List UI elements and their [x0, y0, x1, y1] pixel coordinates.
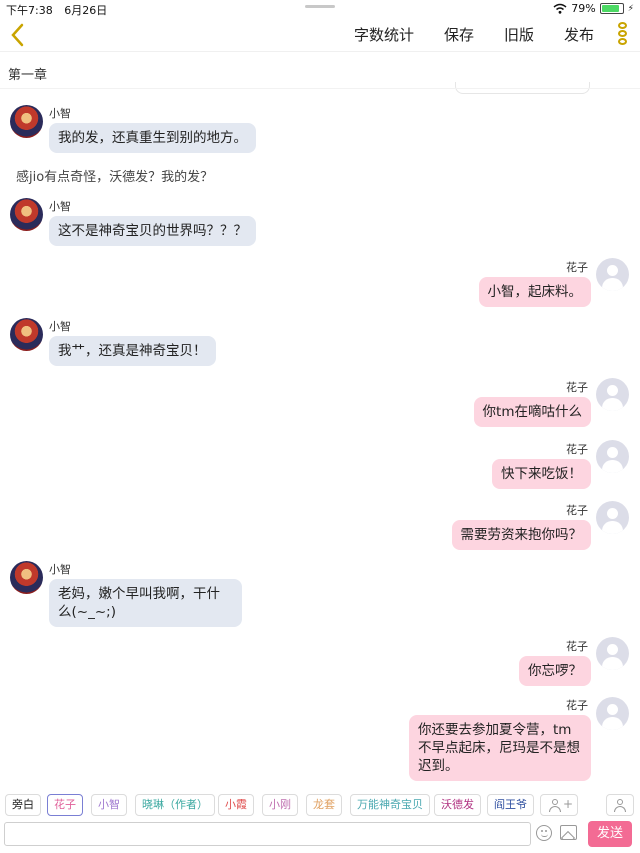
chip-yanwangye[interactable]: 阎王爷: [487, 794, 534, 816]
narration-text[interactable]: 感jio有点奇怪，沃德发？我的发？: [16, 166, 213, 185]
message-bubble[interactable]: 老妈，嫩个早叫我啊，干什么(~_~;): [49, 579, 242, 627]
message-bubble[interactable]: 需要劳资来抱你吗？: [451, 520, 591, 550]
speaker-name: 花子: [566, 504, 588, 517]
message-bubble[interactable]: 我艹，还真是神奇宝贝！: [49, 336, 216, 366]
message-bubble[interactable]: 你tm在嘀咕什么: [473, 397, 591, 427]
message-bubble[interactable]: 我的发，还真重生到别的地方。: [49, 123, 256, 153]
publish-button[interactable]: 发布: [564, 24, 594, 45]
message-input[interactable]: [4, 822, 531, 846]
user-switch-button[interactable]: [606, 794, 634, 816]
chapter-title[interactable]: 第一章: [8, 64, 47, 83]
speaker-name: 花子: [566, 261, 588, 274]
speaker-name: 花子: [566, 381, 588, 394]
avatar-xiaozhi[interactable]: [10, 318, 43, 351]
speaker-name: 小智: [49, 107, 71, 120]
avatar-huazi[interactable]: [596, 637, 629, 670]
send-button[interactable]: 发送: [588, 821, 632, 847]
chip-xiaolin-author[interactable]: 晓琳（作者）: [135, 794, 215, 816]
avatar-xiaozhi[interactable]: [10, 105, 43, 138]
home-indicator: [305, 5, 335, 8]
message-bubble[interactable]: 小智，起床料。: [478, 277, 591, 307]
chip-huazi[interactable]: 花子: [47, 794, 83, 816]
person-icon: [549, 799, 561, 812]
speaker-name: 小智: [49, 320, 71, 333]
avatar-huazi[interactable]: [596, 697, 629, 730]
character-selector: 旁白 花子 小智 晓琳（作者） 小霞 小刚 龙套 万能神奇宝贝 沃德发 阎王爷 …: [0, 792, 640, 820]
avatar-huazi[interactable]: [596, 440, 629, 473]
speaker-name: 小智: [49, 563, 71, 576]
message-bubble[interactable]: 你忘啰？: [519, 656, 591, 686]
avatar-xiaozhi[interactable]: [10, 198, 43, 231]
chip-wodefa[interactable]: 沃德发: [434, 794, 481, 816]
more-options-icon[interactable]: [616, 22, 628, 48]
word-count-button[interactable]: 字数统计: [354, 24, 414, 45]
plus-icon: +: [563, 797, 574, 811]
wifi-icon: [553, 3, 567, 14]
avatar-huazi[interactable]: [596, 378, 629, 411]
avatar-huazi[interactable]: [596, 258, 629, 291]
editor-toolbar: 字数统计 保存 旧版 发布: [0, 18, 640, 52]
battery-percent: 79%: [571, 2, 596, 15]
message-bubble[interactable]: 快下来吃饭！: [492, 459, 591, 489]
speaker-name: 小智: [49, 200, 71, 213]
speaker-name: 花子: [566, 640, 588, 653]
chip-narrator[interactable]: 旁白: [5, 794, 41, 816]
message-bubble[interactable]: 这不是神奇宝贝的世界吗？？？: [49, 216, 256, 246]
battery-icon: [599, 3, 624, 14]
charging-icon: ⚡: [627, 3, 634, 14]
add-character-button[interactable]: +: [540, 794, 578, 816]
chip-xiaogang[interactable]: 小刚: [262, 794, 298, 816]
chip-longtao[interactable]: 龙套: [306, 794, 342, 816]
input-bar: 发送: [0, 820, 640, 853]
back-chevron-icon[interactable]: [6, 22, 30, 48]
status-time: 下午7:38: [6, 4, 53, 17]
chip-xiaoxia[interactable]: 小霞: [218, 794, 254, 816]
avatar-huazi[interactable]: [596, 501, 629, 534]
emoji-icon[interactable]: [536, 825, 552, 841]
chip-pokemon[interactable]: 万能神奇宝贝: [350, 794, 430, 816]
image-icon[interactable]: [560, 825, 577, 840]
message-bubble[interactable]: 你还要去参加夏令营，tm不早点起床，尼玛是不是想迟到。: [409, 715, 591, 781]
old-version-button[interactable]: 旧版: [504, 24, 534, 45]
divider: [0, 88, 640, 89]
speaker-name: 花子: [566, 699, 588, 712]
status-date: 6月26日: [64, 4, 108, 17]
speaker-name: 花子: [566, 443, 588, 456]
status-bar: 下午7:38 6月26日 79% ⚡: [0, 0, 640, 18]
chip-xiaozhi[interactable]: 小智: [91, 794, 127, 816]
person-icon: [614, 799, 626, 812]
save-button[interactable]: 保存: [444, 24, 474, 45]
avatar-xiaozhi[interactable]: [10, 561, 43, 594]
